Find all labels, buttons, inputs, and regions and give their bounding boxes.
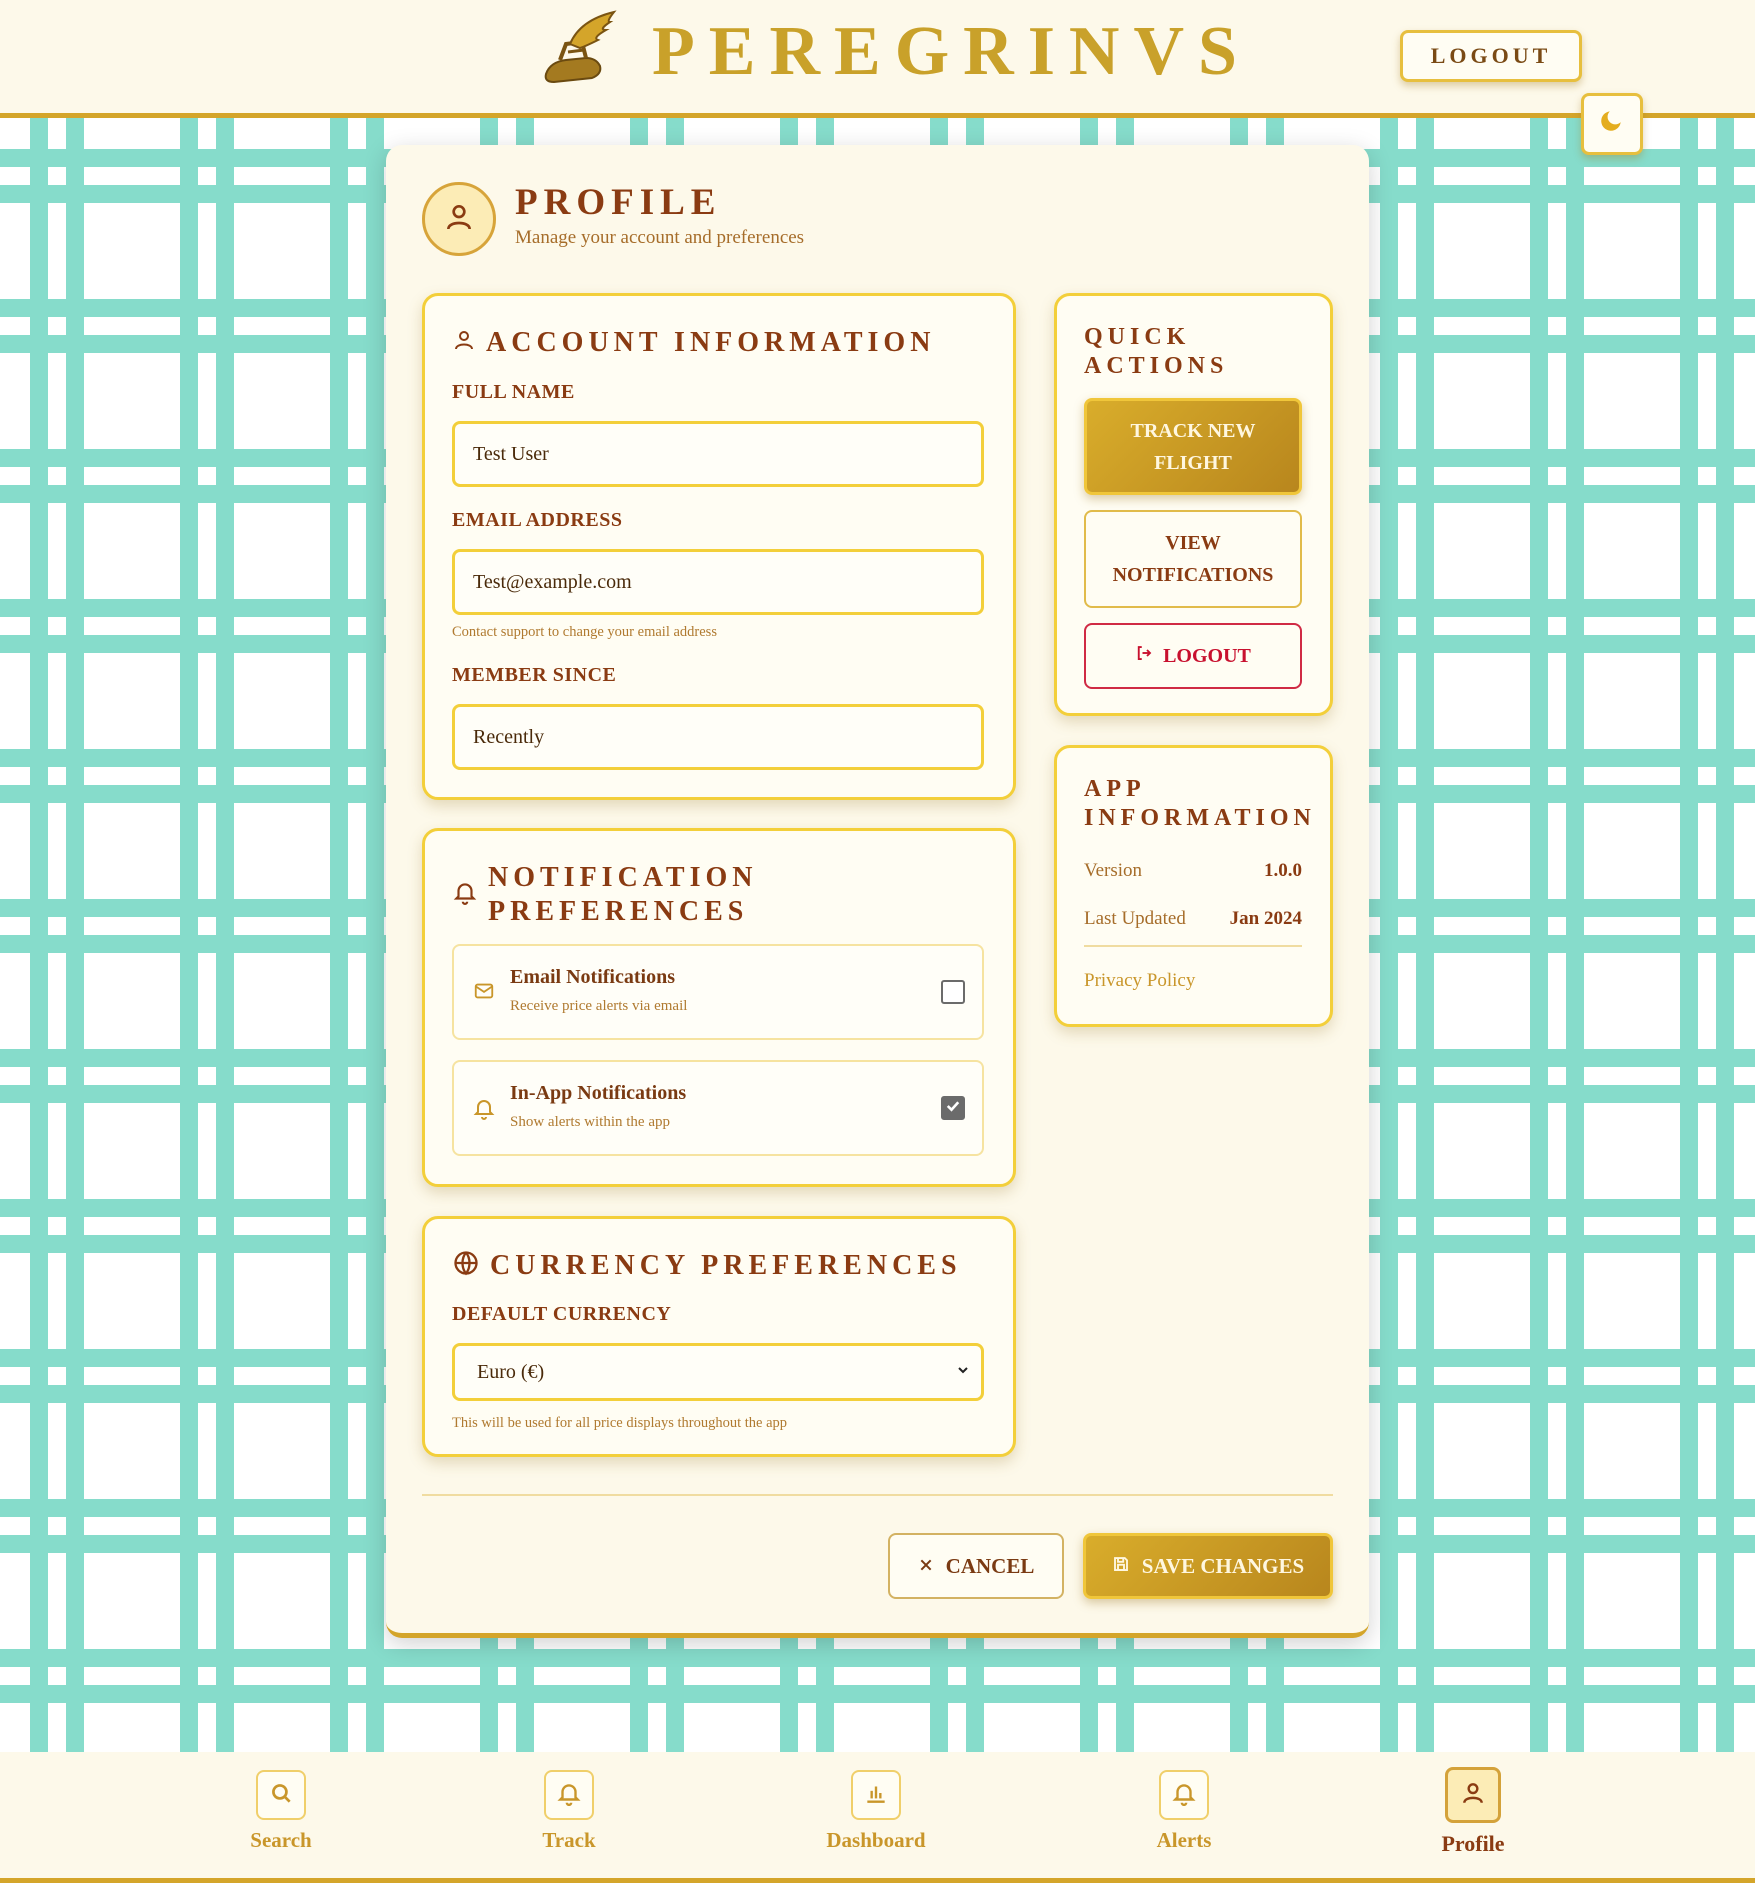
currency-preferences-card: CURRENCY PREFERENCES DEFAULT CURRENCY Eu… xyxy=(422,1216,1016,1457)
theme-toggle-button[interactable] xyxy=(1581,93,1643,155)
in-app-notifications-checkbox[interactable] xyxy=(941,1096,965,1120)
pref-title: Email Notifications xyxy=(510,966,675,988)
brand: PEREGRINVS xyxy=(540,8,1251,95)
save-changes-button[interactable]: SAVE CHANGES xyxy=(1083,1533,1333,1599)
profile-avatar xyxy=(422,182,496,256)
moon-icon xyxy=(1599,107,1625,141)
nav-item-track[interactable]: Track xyxy=(499,1770,639,1853)
cancel-button[interactable]: CANCEL xyxy=(888,1533,1064,1599)
card-title: NOTIFICATION PREFERENCES xyxy=(488,862,758,927)
user-icon xyxy=(1460,1780,1486,1811)
card-title: CURRENCY PREFERENCES xyxy=(490,1250,962,1281)
bell-icon xyxy=(556,1780,582,1811)
quick-actions-card: QUICK ACTIONS TRACK NEW FLIGHT VIEW NOTI… xyxy=(1054,293,1333,716)
view-notifications-button[interactable]: VIEW NOTIFICATIONS xyxy=(1084,510,1302,608)
chevron-down-icon xyxy=(955,1361,971,1384)
card-title: APP INFORMATION xyxy=(1084,776,1316,831)
card-title: ACCOUNT INFORMATION xyxy=(486,327,936,358)
track-new-flight-button[interactable]: TRACK NEW FLIGHT xyxy=(1084,398,1302,495)
pref-subtitle: Show alerts within the app xyxy=(510,1114,670,1130)
logout-icon xyxy=(1135,640,1153,672)
pref-title: In-App Notifications xyxy=(510,1082,687,1104)
full-name-label: FULL NAME xyxy=(452,381,575,403)
nav-item-alerts[interactable]: Alerts xyxy=(1114,1770,1254,1853)
version-value: 1.0.0 xyxy=(1264,860,1302,881)
logout-button[interactable]: LOGOUT xyxy=(1084,623,1302,689)
close-icon xyxy=(918,1554,934,1579)
full-name-input[interactable]: Test User xyxy=(452,421,984,487)
bell-icon xyxy=(1171,1780,1197,1811)
page-subtitle: Manage your account and preferences xyxy=(515,227,805,248)
user-icon xyxy=(443,201,475,238)
app-info-card: APP INFORMATION Version 1.0.0 Last Updat… xyxy=(1054,745,1333,1027)
divider xyxy=(422,1494,1333,1496)
last-updated-row: Last Updated Jan 2024 xyxy=(1084,908,1302,930)
nav-label: Dashboard xyxy=(826,1828,926,1852)
bar-chart-icon xyxy=(863,1780,889,1811)
last-updated-label: Last Updated xyxy=(1084,908,1186,929)
app-header: PEREGRINVS LOGOUT xyxy=(0,0,1755,118)
divider xyxy=(1084,945,1302,947)
check-icon xyxy=(944,1097,962,1120)
header-logout-button[interactable]: LOGOUT xyxy=(1400,30,1582,82)
brand-title: PEREGRINVS xyxy=(652,12,1251,90)
email-hint: Contact support to change your email add… xyxy=(452,624,717,640)
privacy-policy-link[interactable]: Privacy Policy xyxy=(1084,970,1195,992)
bell-icon xyxy=(452,878,478,911)
notification-preferences-card: NOTIFICATION PREFERENCES Email Notificat… xyxy=(422,828,1016,1187)
email-notifications-row[interactable]: Email Notifications Receive price alerts… xyxy=(452,944,984,1040)
version-label: Version xyxy=(1084,860,1143,881)
nav-item-dashboard[interactable]: Dashboard xyxy=(806,1770,946,1853)
account-info-card: ACCOUNT INFORMATION FULL NAME Test User … xyxy=(422,293,1016,800)
user-icon xyxy=(452,327,476,358)
nav-label: Profile xyxy=(1441,1831,1505,1856)
default-currency-label: DEFAULT CURRENCY xyxy=(452,1303,672,1325)
nav-item-profile[interactable]: Profile xyxy=(1403,1767,1543,1857)
nav-item-search[interactable]: Search xyxy=(211,1770,351,1853)
in-app-notifications-row[interactable]: In-App Notifications Show alerts within … xyxy=(452,1060,984,1156)
last-updated-value: Jan 2024 xyxy=(1229,908,1302,929)
globe-icon xyxy=(452,1249,480,1282)
nav-label: Alerts xyxy=(1156,1828,1212,1852)
card-title: QUICK ACTIONS xyxy=(1084,324,1229,379)
nav-label: Track xyxy=(542,1828,596,1852)
member-since-label: MEMBER SINCE xyxy=(452,664,617,686)
email-label: EMAIL ADDRESS xyxy=(452,509,623,531)
version-row: Version 1.0.0 xyxy=(1084,860,1302,882)
currency-selected-value: Euro (€) xyxy=(477,1360,545,1383)
search-icon xyxy=(268,1780,294,1811)
save-icon xyxy=(1112,1554,1130,1579)
bottom-nav: Search Track Dashboard Alerts Profile xyxy=(0,1752,1755,1883)
winged-sandal-logo xyxy=(540,8,622,95)
email-field[interactable]: Test@example.com xyxy=(452,549,984,615)
email-notifications-checkbox[interactable] xyxy=(941,980,965,1004)
mail-icon xyxy=(472,980,496,1007)
currency-select[interactable]: Euro (€) xyxy=(452,1343,984,1401)
currency-hint: This will be used for all price displays… xyxy=(452,1415,788,1431)
nav-label: Search xyxy=(250,1828,312,1852)
pref-subtitle: Receive price alerts via email xyxy=(510,998,688,1014)
bell-icon xyxy=(472,1096,496,1125)
member-since-field: Recently xyxy=(452,704,984,770)
profile-panel: PROFILE Manage your account and preferen… xyxy=(386,145,1369,1638)
page-title: PROFILE xyxy=(515,182,722,223)
